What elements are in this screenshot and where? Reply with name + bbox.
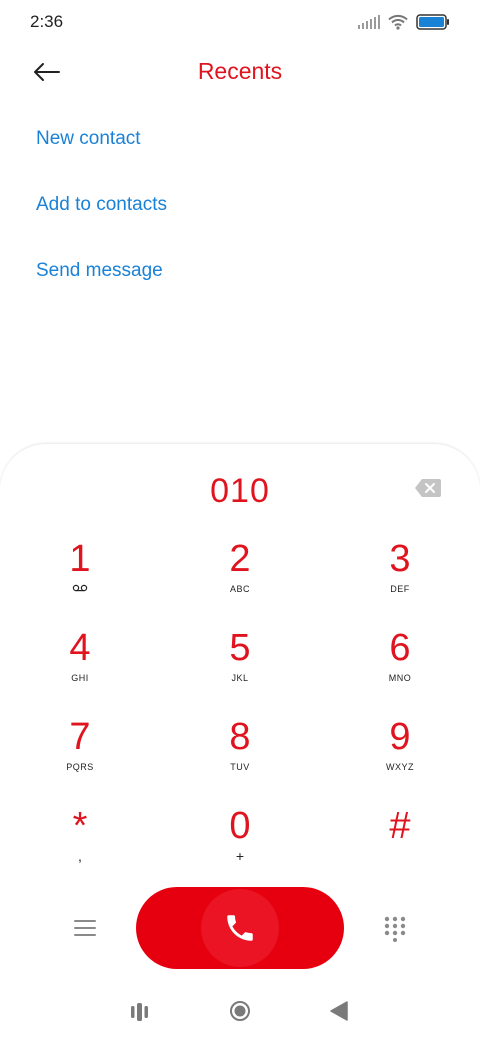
key-letters: ABC	[229, 584, 250, 594]
call-button-inner	[201, 889, 279, 967]
back-triangle-icon	[330, 1001, 348, 1021]
key-digit: 7	[69, 716, 91, 758]
key-digit: 2	[229, 538, 251, 580]
key-digit: 8	[229, 716, 251, 758]
key-letters: +	[235, 848, 245, 864]
menu-icon-line	[74, 927, 96, 929]
key-letters: DEF	[390, 584, 410, 594]
recent-apps-button[interactable]	[130, 1002, 152, 1022]
key-7[interactable]: 7 PQRS	[0, 714, 160, 803]
send-message-option[interactable]: Send message	[36, 260, 163, 282]
home-button[interactable]	[229, 1000, 251, 1022]
key-letters: WXYZ	[386, 762, 414, 772]
add-to-contacts-option[interactable]: Add to contacts	[36, 194, 167, 216]
back-nav-button[interactable]	[328, 1000, 350, 1022]
signal-icon	[358, 15, 380, 29]
key-hash[interactable]: #	[320, 803, 480, 892]
key-letters: ,	[78, 848, 82, 864]
menu-icon	[74, 920, 96, 922]
dialpad-button[interactable]	[384, 916, 406, 942]
key-letters: TUV	[230, 762, 250, 772]
key-9[interactable]: 9 WXYZ	[320, 714, 480, 803]
key-2[interactable]: 2 ABC	[160, 536, 320, 625]
page-title: Recents	[197, 58, 283, 84]
key-8[interactable]: 8 TUV	[160, 714, 320, 803]
key-digit: 3	[389, 538, 411, 580]
recent-apps-icon	[131, 1003, 148, 1021]
key-0[interactable]: 0 +	[160, 803, 320, 892]
status-time: 2:36	[30, 12, 64, 31]
dialpad-icon	[384, 916, 406, 942]
navigation-bar	[0, 990, 480, 1034]
key-digit: 1	[69, 538, 91, 580]
call-button[interactable]	[136, 887, 344, 969]
key-letters: JKL	[231, 673, 249, 683]
dialer-panel: 010 1 2 ABC 3 DEF 4 GHI 5 JKL 6 MNO 7 PQ…	[0, 444, 480, 1040]
key-3[interactable]: 3 DEF	[320, 536, 480, 625]
voicemail-icon	[72, 584, 88, 596]
key-digit: *	[72, 805, 88, 847]
key-letters: MNO	[388, 673, 412, 683]
dialed-number: 010	[210, 472, 270, 510]
status-icons	[358, 12, 450, 32]
key-5[interactable]: 5 JKL	[160, 625, 320, 714]
key-digit: 5	[229, 627, 251, 669]
menu-icon-line	[74, 934, 96, 936]
key-digit: 9	[389, 716, 411, 758]
backspace-button[interactable]	[414, 478, 442, 498]
status-bar: 2:36	[0, 0, 480, 44]
phone-icon	[227, 915, 253, 941]
keypad: 1 2 ABC 3 DEF 4 GHI 5 JKL 6 MNO 7 PQRS 8…	[0, 536, 480, 892]
key-digit: 4	[69, 627, 91, 669]
key-letters: PQRS	[66, 762, 94, 772]
battery-icon	[416, 14, 450, 30]
home-icon	[230, 1001, 250, 1021]
key-digit: 0	[229, 805, 251, 847]
key-letters: GHI	[71, 673, 89, 683]
key-1[interactable]: 1	[0, 536, 160, 625]
key-digit: 6	[389, 627, 411, 669]
key-digit: #	[389, 805, 411, 847]
key-4[interactable]: 4 GHI	[0, 625, 160, 714]
key-star[interactable]: * ,	[0, 803, 160, 892]
backspace-icon	[415, 479, 441, 497]
wifi-icon	[388, 14, 408, 30]
new-contact-option[interactable]: New contact	[36, 128, 141, 150]
key-6[interactable]: 6 MNO	[320, 625, 480, 714]
menu-button[interactable]	[70, 916, 100, 940]
